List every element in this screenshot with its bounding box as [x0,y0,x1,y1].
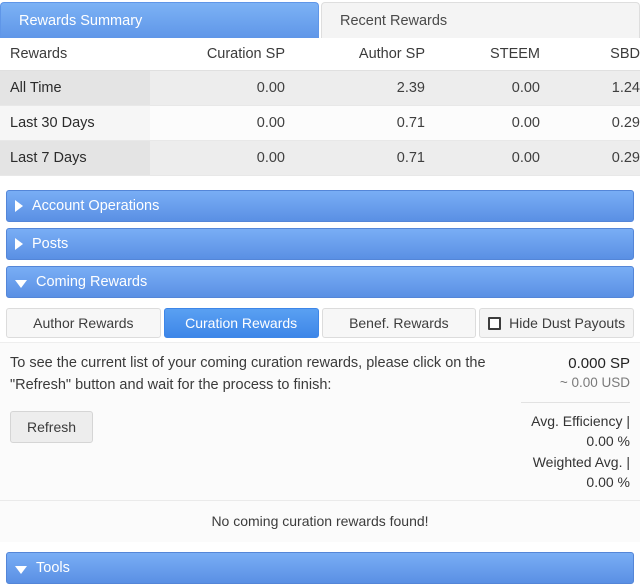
table-row: Last 30 Days 0.00 0.71 0.00 0.29 1.57 [0,105,640,141]
avg-efficiency-line: Avg. Efficiency | 0.00 % [531,413,630,450]
hide-dust-payouts-label: Hide Dust Payouts [509,315,626,331]
column-header-author-sp: Author SP [295,38,435,71]
section-gap [0,176,640,190]
column-header-curation-sp: Curation SP [150,38,295,71]
tab-author-rewards[interactable]: Author Rewards [6,308,161,338]
table-row: Last 7 Days 0.00 0.71 0.00 0.29 1.57 [0,140,640,176]
row-label-last-7-days: Last 7 Days [0,140,150,176]
accordion-tools-label: Tools [36,560,70,577]
accordion-tools[interactable]: Tools [6,552,634,584]
column-header-rewards: Rewards [0,38,150,71]
weighted-avg-line: Weighted Avg. | 0.00 % [532,453,630,490]
cell-steem: 0.00 [435,70,550,106]
hide-dust-payouts-toggle[interactable]: Hide Dust Payouts [479,308,634,338]
cell-author-sp: 0.71 [295,105,435,141]
tab-author-rewards-label: Author Rewards [33,315,134,331]
empty-state-message: No coming curation rewards found! [0,500,640,543]
triangle-down-icon [15,279,27,288]
triangle-right-icon [15,200,23,212]
total-usd-value: ~ 0.00 USD [559,375,630,390]
content-left: To see the current list of your coming c… [10,353,521,492]
column-header-sbd: SBD [550,38,640,71]
coming-rewards-tab-row: Author Rewards Curation Rewards Benef. R… [0,304,640,342]
row-label-all-time: All Time [0,70,150,106]
cell-sbd: 1.24 [550,70,640,106]
table-header-row: Rewards Curation SP Author SP STEEM SBD … [0,38,640,71]
cell-steem: 0.00 [435,140,550,176]
accordion-account-operations-label: Account Operations [32,198,160,214]
tab-recent-rewards-label: Recent Rewards [340,12,448,29]
cell-sbd: 0.29 [550,140,640,176]
total-sp-value: 0.000 SP [568,355,630,372]
row-label-last-30-days: Last 30 Days [0,105,150,141]
accordion-account-operations[interactable]: Account Operations [6,190,634,222]
table-row: All Time 0.00 2.39 0.00 1.24 6.46 [0,70,640,106]
checkbox-unchecked-icon[interactable] [488,316,502,330]
refresh-button[interactable]: Refresh [10,410,94,443]
cell-sbd: 0.29 [550,105,640,141]
instructions-text: To see the current list of your coming c… [10,355,486,393]
tab-rewards-summary-label: Rewards Summary [19,12,143,29]
section-gap [0,542,640,553]
content-right-stats: 0.000 SP ~ 0.00 USD Avg. Efficiency | 0.… [520,353,630,492]
cell-curation-sp: 0.00 [150,70,295,106]
triangle-right-icon [15,238,23,250]
top-tab-strip: Rewards Summary Recent Rewards [0,0,640,38]
accordion-posts[interactable]: Posts [6,228,634,260]
tab-rewards-summary[interactable]: Rewards Summary [0,2,319,38]
accordion-coming-rewards[interactable]: Coming Rewards [6,266,634,298]
column-header-steem: STEEM [435,38,550,71]
accordion-coming-rewards-label: Coming Rewards [36,274,148,290]
cell-curation-sp: 0.00 [150,140,295,176]
coming-rewards-content: To see the current list of your coming c… [0,342,640,501]
tab-curation-rewards[interactable]: Curation Rewards [163,308,319,338]
cell-author-sp: 2.39 [295,70,435,106]
rewards-page: Rewards Summary Recent Rewards Rewards C… [0,0,640,584]
tab-benef-rewards[interactable]: Benef. Rewards [321,308,477,338]
cell-curation-sp: 0.00 [150,105,295,141]
triangle-down-icon [15,565,27,574]
tab-curation-rewards-label: Curation Rewards [185,315,298,331]
tab-benef-rewards-label: Benef. Rewards [349,315,449,331]
accordion-posts-label: Posts [32,236,69,252]
cell-steem: 0.00 [435,105,550,141]
cell-author-sp: 0.71 [295,140,435,176]
rewards-summary-table: Rewards Curation SP Author SP STEEM SBD … [0,38,640,176]
tab-recent-rewards[interactable]: Recent Rewards [321,2,640,38]
stats-divider [520,402,630,403]
